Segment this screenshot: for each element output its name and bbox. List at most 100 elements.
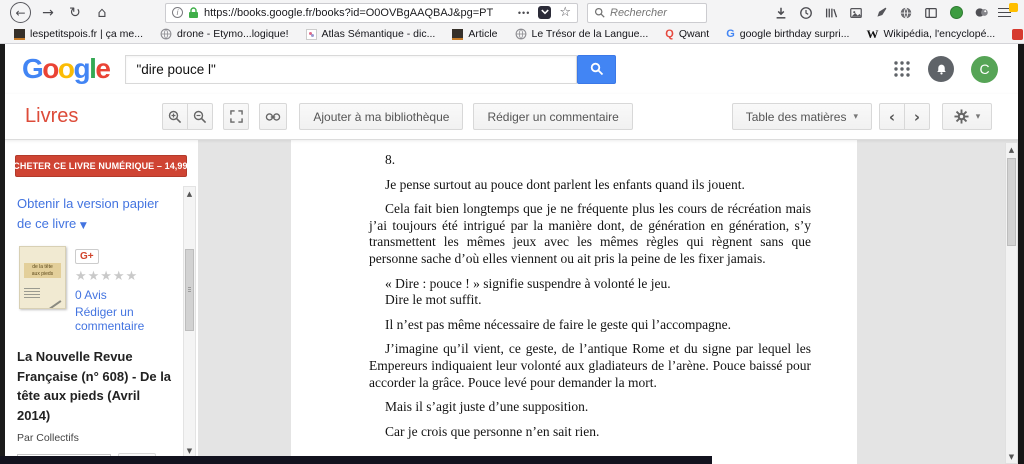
- library-icon[interactable]: [823, 5, 839, 21]
- home-button[interactable]: ⌂: [94, 6, 110, 20]
- fullscreen-button[interactable]: [223, 103, 249, 130]
- zoom-out-button[interactable]: [187, 103, 213, 130]
- scroll-up-arrow[interactable]: ▲: [184, 187, 195, 200]
- google-header: Google C: [0, 44, 1024, 94]
- notifications-bell-icon[interactable]: [928, 56, 954, 82]
- next-page-button[interactable]: ›: [904, 103, 930, 130]
- download-icon[interactable]: [773, 5, 789, 21]
- bookmark-item[interactable]: Atlas Sémantique - dic...: [306, 28, 436, 40]
- globe-extension-icon[interactable]: [898, 5, 914, 21]
- bookmark-item[interactable]: Le Trésor de la Langue...: [515, 28, 649, 40]
- search-icon: [590, 62, 604, 76]
- site-icon: [306, 29, 317, 40]
- bookmark-item[interactable]: Du son pour vos proje...: [1012, 28, 1024, 40]
- page-paragraph: 8.: [369, 152, 811, 169]
- product-name[interactable]: Livres: [25, 105, 78, 128]
- account-avatar[interactable]: C: [971, 56, 998, 83]
- site-icon: [1012, 29, 1023, 40]
- browser-toolbar: ← → ↻ ⌂ i https://books.google.fr/books?…: [0, 0, 1024, 25]
- menu-badge: [1009, 3, 1018, 12]
- screenshot-extension-icon[interactable]: [848, 5, 864, 21]
- browser-search-bar[interactable]: [587, 3, 707, 23]
- page-scrollbar[interactable]: ▲ ▼: [1005, 142, 1018, 464]
- window-bottom-edge: [0, 456, 712, 464]
- settings-gear-button[interactable]: ▾: [942, 103, 992, 130]
- scroll-down-arrow[interactable]: ▼: [1006, 450, 1017, 463]
- reviews-count-link[interactable]: 0 Avis: [75, 288, 198, 302]
- google-icon: G: [726, 28, 735, 40]
- reload-button[interactable]: ↻: [67, 6, 83, 20]
- wikipedia-icon: W: [866, 27, 878, 42]
- book-title: La Nouvelle Revue Française (n° 608) - D…: [17, 347, 172, 425]
- cover-title: de la tête aux pieds: [24, 263, 61, 278]
- page-paragraph: J’imagine qu’il vient, ce geste, de l’an…: [369, 341, 811, 391]
- scroll-up-arrow[interactable]: ▲: [1006, 143, 1017, 156]
- get-paper-version-link[interactable]: Obtenir la version papier de ce livre ▼: [17, 194, 169, 233]
- link-button[interactable]: [259, 103, 287, 130]
- account-extension-icon[interactable]: [973, 5, 989, 21]
- history-icon[interactable]: [798, 5, 814, 21]
- forward-button[interactable]: →: [40, 6, 56, 20]
- bookmark-star-icon[interactable]: ☆: [559, 5, 571, 20]
- page-paragraph: Dire le mot suffit.: [369, 292, 811, 309]
- books-search-input[interactable]: [125, 55, 577, 84]
- globe-icon: [515, 28, 527, 40]
- site-info-icon[interactable]: i: [172, 7, 183, 18]
- add-to-library-button[interactable]: Ajouter à ma bibliothèque: [299, 103, 463, 130]
- table-of-contents-dropdown[interactable]: Table des matières▾: [732, 103, 872, 130]
- search-icon: [594, 7, 605, 18]
- page-paragraph: Je pense surtout au pouce dont parlent l…: [369, 177, 811, 194]
- page-paragraph: Cela fait bien longtemps que je ne fréqu…: [369, 201, 811, 267]
- url-text[interactable]: https://books.google.fr/books?id=O0OVBgA…: [204, 7, 512, 19]
- scrollbar-thumb[interactable]: [185, 249, 194, 331]
- book-info-sidebar: ACHETER CE LIVRE NUMÉRIQUE – 14,99 € Obt…: [5, 140, 198, 464]
- bookmarks-bar: lespetitspois.fr | ça me... drone - Etym…: [0, 25, 1024, 44]
- write-review-link[interactable]: Rédiger un commentaire: [75, 305, 198, 333]
- qwant-icon: Q: [665, 28, 674, 40]
- globe-icon: [160, 28, 172, 40]
- lock-icon: [188, 7, 199, 19]
- back-button[interactable]: ←: [10, 2, 31, 23]
- url-bar[interactable]: i https://books.google.fr/books?id=O0OVB…: [165, 3, 578, 23]
- bookmark-item[interactable]: WWikipédia, l'encyclopé...: [866, 27, 995, 42]
- buy-ebook-button[interactable]: ACHETER CE LIVRE NUMÉRIQUE – 14,99 €: [15, 155, 187, 177]
- google-logo[interactable]: Google: [22, 55, 109, 83]
- adblock-extension-icon[interactable]: [948, 5, 964, 21]
- bookmark-item[interactable]: Article: [452, 28, 497, 40]
- chevron-down-icon: ▾: [976, 112, 981, 122]
- sidebar-toggle-icon[interactable]: [923, 5, 939, 21]
- page-paragraph: Il n’est pas même nécessaire de faire le…: [369, 317, 811, 334]
- bookmark-item[interactable]: drone - Etymo...logique!: [160, 28, 288, 40]
- rating-stars[interactable]: ★★★★★: [75, 270, 198, 283]
- bookmark-item[interactable]: Ggoogle birthday surpri...: [726, 28, 849, 40]
- page-paragraph: Car je crois que personne n’en sait rien…: [369, 424, 811, 441]
- apps-grid-icon[interactable]: [893, 60, 911, 78]
- search-button[interactable]: [577, 55, 616, 84]
- notes-extension-icon[interactable]: [873, 5, 889, 21]
- scrollbar-thumb[interactable]: [1007, 158, 1016, 246]
- zoom-in-button[interactable]: [162, 103, 188, 130]
- main-area: ACHETER CE LIVRE NUMÉRIQUE – 14,99 € Obt…: [0, 140, 1024, 464]
- quill-decoration: [49, 300, 61, 309]
- window-right-edge: [1018, 44, 1024, 464]
- window-left-edge: [0, 44, 5, 464]
- bookmark-item[interactable]: lespetitspois.fr | ça me...: [14, 28, 143, 40]
- sidebar-scrollbar[interactable]: ▲ ▼: [183, 186, 196, 458]
- site-icon: [452, 29, 463, 40]
- gear-icon: [954, 109, 969, 124]
- site-icon: [14, 29, 25, 40]
- browser-search-input[interactable]: [610, 7, 694, 19]
- chevron-down-icon: ▾: [853, 112, 858, 122]
- cover-decoration: [24, 288, 40, 300]
- pocket-icon[interactable]: [538, 6, 551, 19]
- book-cover-thumbnail[interactable]: de la tête aux pieds: [19, 246, 66, 309]
- books-toolbar: Livres Ajouter à ma bibliothèque Rédiger…: [0, 94, 1024, 140]
- menu-icon[interactable]: [998, 5, 1016, 21]
- page-actions-icon[interactable]: •••: [518, 8, 530, 18]
- previous-page-button[interactable]: ‹: [879, 103, 905, 130]
- triangle-down-icon: ▼: [80, 221, 87, 231]
- bookmark-item[interactable]: QQwant: [665, 28, 709, 40]
- book-page: 8. Je pense surtout au pouce dont parlen…: [291, 140, 857, 464]
- write-review-button[interactable]: Rédiger un commentaire: [473, 103, 632, 130]
- gplus-share-button[interactable]: G+: [75, 249, 99, 264]
